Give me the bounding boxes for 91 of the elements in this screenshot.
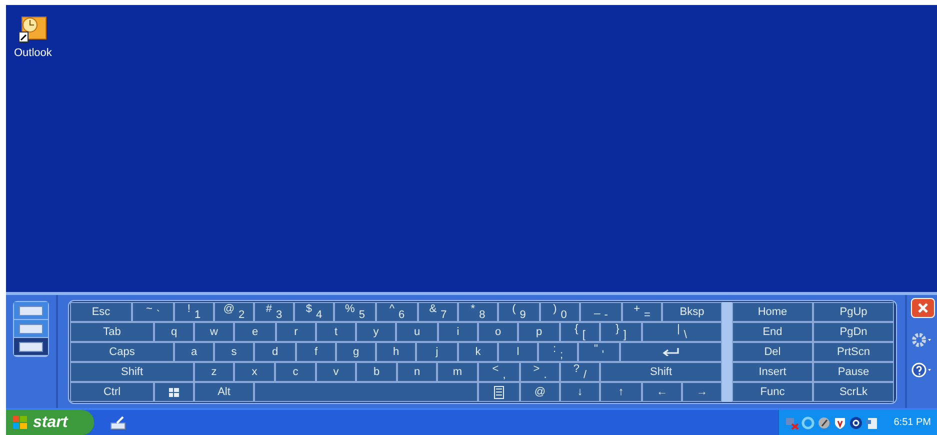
key[interactable]: PrtScn xyxy=(813,342,894,362)
key[interactable]: b xyxy=(356,362,397,382)
key[interactable]: < , xyxy=(478,362,520,382)
key[interactable]: Func xyxy=(732,382,813,402)
key[interactable]: z xyxy=(194,362,234,382)
key[interactable]: h xyxy=(376,342,416,362)
key[interactable]: Ctrl xyxy=(70,382,154,402)
key[interactable]: a xyxy=(174,342,214,362)
key[interactable]: x xyxy=(234,362,275,382)
key[interactable]: Alt xyxy=(194,382,254,402)
enter-key[interactable] xyxy=(620,342,722,362)
key[interactable]: Caps xyxy=(70,342,174,362)
shield-icon[interactable] xyxy=(833,416,847,430)
key[interactable]: ~ ` xyxy=(132,302,174,322)
key[interactable]: Shift xyxy=(600,362,722,382)
key[interactable]: ← xyxy=(642,382,682,402)
key[interactable]: l xyxy=(498,342,538,362)
menu-icon xyxy=(494,386,504,398)
keyboard-layout-icon xyxy=(19,306,43,316)
key[interactable]: f xyxy=(296,342,336,362)
close-button[interactable] xyxy=(911,298,935,318)
key[interactable]: q xyxy=(154,322,194,342)
key[interactable]: _ - xyxy=(580,302,622,322)
key[interactable]: c xyxy=(275,362,316,382)
icon-label[interactable]: Outlook xyxy=(14,45,52,62)
keyboard-mode-button[interactable] xyxy=(14,338,48,356)
key[interactable]: Esc xyxy=(70,302,132,322)
key[interactable]: * 8 xyxy=(458,302,498,322)
key[interactable]: e xyxy=(234,322,276,342)
key[interactable]: @ xyxy=(520,382,560,402)
key[interactable]: w xyxy=(194,322,234,342)
keyboard-icon[interactable] xyxy=(110,416,126,430)
key[interactable]: : ; xyxy=(538,342,578,362)
key[interactable]: Home xyxy=(732,302,813,322)
key[interactable]: v xyxy=(316,362,356,382)
enter-icon xyxy=(662,348,680,356)
key[interactable]: PgDn xyxy=(813,322,894,342)
key[interactable]: } ] xyxy=(600,322,642,342)
key[interactable]: ScrLk xyxy=(813,382,894,402)
key[interactable]: i xyxy=(438,322,478,342)
key[interactable]: g xyxy=(336,342,376,362)
key[interactable]: t xyxy=(316,322,356,342)
key[interactable]: ↓ xyxy=(560,382,600,402)
windows-key[interactable] xyxy=(154,382,194,402)
key[interactable]: % 5 xyxy=(334,302,376,322)
key[interactable]: d xyxy=(254,342,296,362)
settings-icon[interactable] xyxy=(911,332,933,348)
key[interactable]: ! 1 xyxy=(174,302,214,322)
key[interactable]: o xyxy=(478,322,518,342)
key[interactable]: { [ xyxy=(560,322,600,342)
key[interactable]: Del xyxy=(732,342,813,362)
clock[interactable]: 6:51 PM xyxy=(894,415,931,430)
start-button[interactable]: start xyxy=(6,410,94,435)
key[interactable]: # 3 xyxy=(254,302,294,322)
help-icon[interactable] xyxy=(911,362,933,378)
key[interactable]: u xyxy=(396,322,438,342)
menu-key[interactable] xyxy=(478,382,520,402)
key[interactable]: PgUp xyxy=(813,302,894,322)
key[interactable]: m xyxy=(437,362,478,382)
key[interactable]: n xyxy=(397,362,437,382)
key[interactable]: & 7 xyxy=(418,302,458,322)
key[interactable]: ( 9 xyxy=(498,302,540,322)
keyboard-layout-icon xyxy=(19,342,43,352)
key[interactable]: ↑ xyxy=(600,382,642,402)
key[interactable]: Insert xyxy=(732,362,813,382)
key[interactable]: ? / xyxy=(560,362,600,382)
key[interactable]: s xyxy=(214,342,254,362)
key[interactable]: Shift xyxy=(70,362,194,382)
key[interactable]: " ' xyxy=(578,342,620,362)
key[interactable]: r xyxy=(276,322,316,342)
close-icon xyxy=(917,302,929,314)
key[interactable]: @ 2 xyxy=(214,302,254,322)
windows-logo-icon xyxy=(12,415,28,430)
keyboard-layout-icon xyxy=(19,324,43,334)
key[interactable]: End xyxy=(732,322,813,342)
key[interactable]: → xyxy=(682,382,722,402)
key[interactable]: Bksp xyxy=(662,302,722,322)
key[interactable]: > . xyxy=(520,362,560,382)
windows-logo-icon xyxy=(168,386,180,398)
key[interactable]: ) 0 xyxy=(540,302,580,322)
key[interactable]: y xyxy=(356,322,396,342)
key[interactable]: | \ xyxy=(642,322,722,342)
key[interactable]: j xyxy=(416,342,458,362)
space-key[interactable] xyxy=(254,382,478,402)
key[interactable]: $ 4 xyxy=(294,302,334,322)
key[interactable]: Pause xyxy=(813,362,894,382)
key[interactable]: k xyxy=(458,342,498,362)
key[interactable]: ^ 6 xyxy=(376,302,418,322)
key[interactable]: p xyxy=(518,322,560,342)
key[interactable]: + = xyxy=(622,302,662,322)
key[interactable]: Tab xyxy=(70,322,154,342)
